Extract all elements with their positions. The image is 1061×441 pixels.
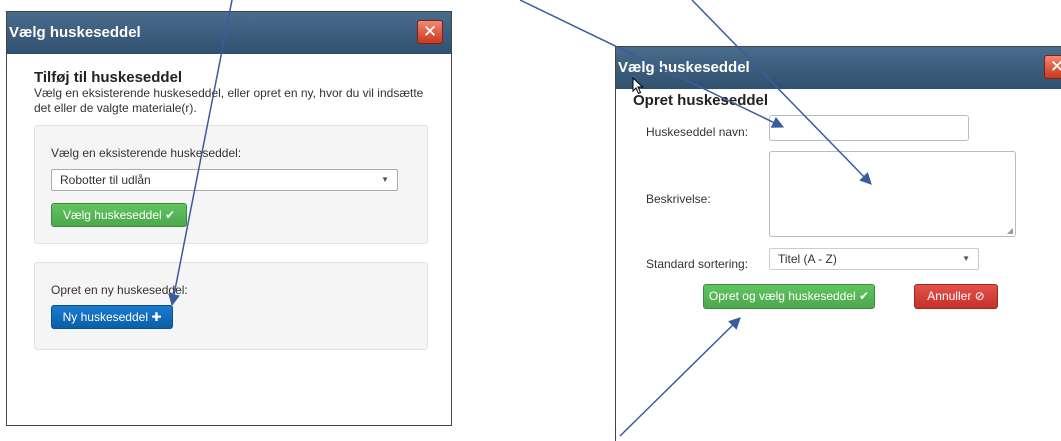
- dialog-title-bar: Vælg huskeseddel: [7, 12, 451, 54]
- existing-list-label: Vælg en eksisterende huskeseddel:: [51, 146, 242, 160]
- existing-list-panel: Vælg en eksisterende huskeseddel: Robott…: [34, 125, 428, 244]
- sort-select-value: Titel (A - Z): [778, 252, 837, 266]
- right-dialog: Vælg huskeseddel ✕ Opret huskeseddel Hus…: [615, 46, 1061, 441]
- close-button[interactable]: ✕: [417, 20, 443, 44]
- resize-grip-icon[interactable]: ◢: [1007, 226, 1013, 235]
- choose-list-button[interactable]: Vælg huskeseddel ✔: [51, 203, 187, 227]
- cancel-button[interactable]: Annuller ⊘: [914, 284, 998, 309]
- name-label: Huskeseddel navn:: [646, 125, 749, 139]
- chevron-down-icon: ▼: [962, 254, 970, 263]
- new-list-label: Opret en ny huskeseddel:: [51, 283, 188, 297]
- description-label: Beskrivelse:: [646, 192, 711, 206]
- existing-list-value: Robotter til udlån: [60, 173, 151, 187]
- new-list-button[interactable]: Ny huskeseddel ✚: [51, 305, 173, 329]
- dialog-title: Vælg huskeseddel: [9, 24, 141, 41]
- existing-list-select[interactable]: Robotter til udlån ▼: [51, 169, 398, 191]
- new-list-panel: Opret en ny huskeseddel: Ny huskeseddel …: [34, 262, 428, 350]
- left-dialog: Vælg huskeseddel ✕ Tilføj til huskesedde…: [6, 11, 452, 426]
- sort-label: Standard sortering:: [646, 257, 749, 271]
- close-icon: ✕: [422, 22, 438, 41]
- create-and-choose-button[interactable]: Opret og vælg huskeseddel ✔: [703, 284, 875, 309]
- description-textarea[interactable]: ◢: [769, 151, 1016, 237]
- section-heading: Tilføj til huskeseddel: [34, 69, 183, 86]
- section-description: Vælg en eksisterende huskeseddel, eller …: [34, 86, 424, 115]
- section-heading: Opret huskeseddel: [633, 92, 769, 109]
- close-icon: ✕: [1049, 57, 1061, 76]
- sort-select[interactable]: Titel (A - Z) ▼: [769, 248, 979, 270]
- name-input[interactable]: [769, 115, 969, 141]
- close-button[interactable]: ✕: [1044, 55, 1061, 79]
- dialog-title: Vælg huskeseddel: [618, 59, 750, 76]
- chevron-down-icon: ▼: [381, 175, 389, 184]
- dialog-title-bar: Vælg huskeseddel: [616, 47, 1061, 89]
